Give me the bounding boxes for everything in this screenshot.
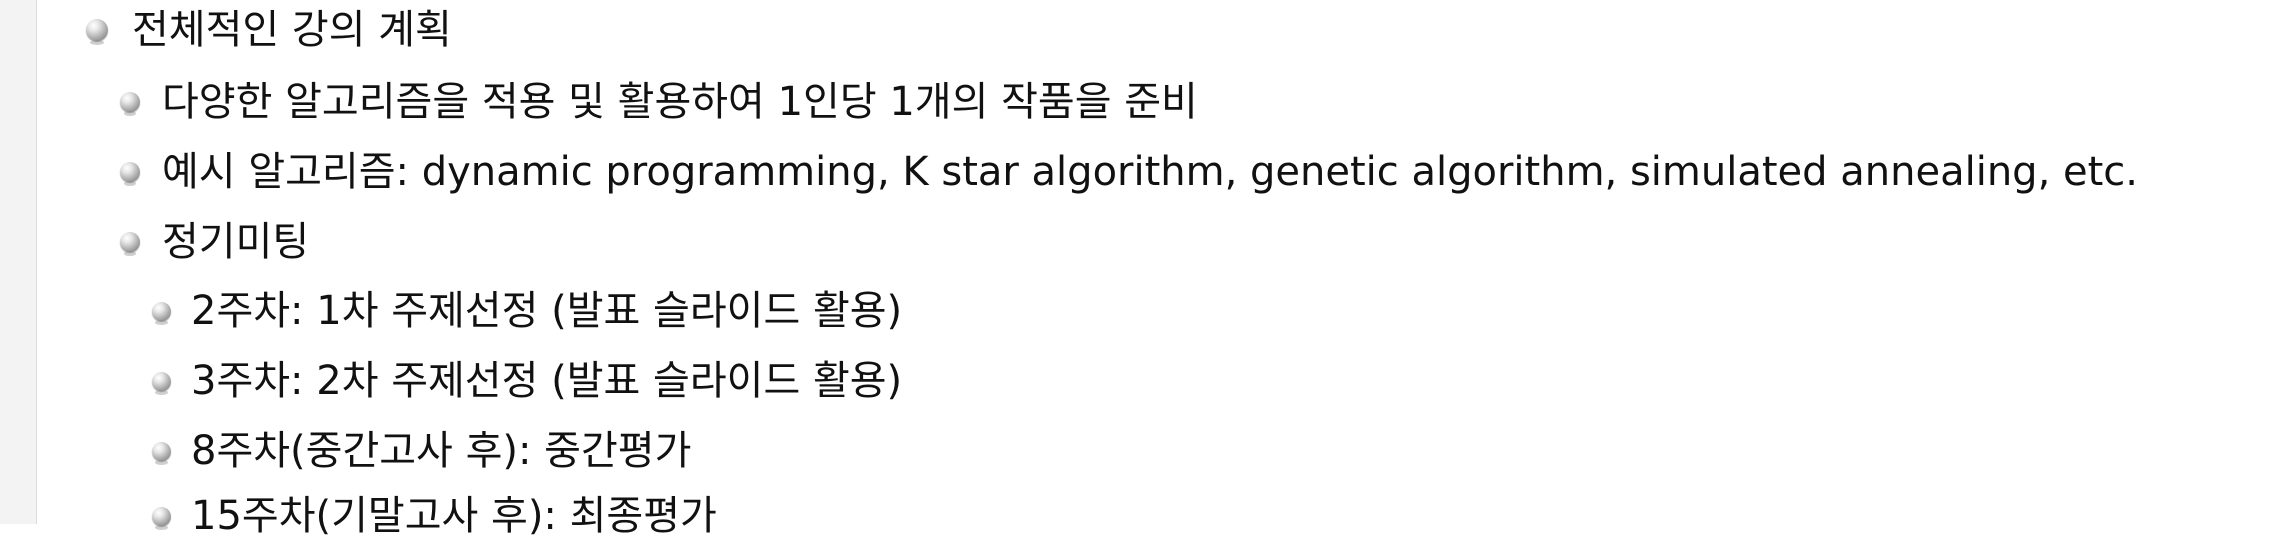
outline-item-week-8: 8주차(중간고사 후): 중간평가 (152, 425, 691, 477)
sphere-bullet-icon (152, 506, 171, 530)
sphere-bullet-icon (152, 301, 171, 325)
outline-item-example-algorithms: 예시 알고리즘: dynamic programming, K star alg… (120, 146, 2138, 198)
outline-item-text: 전체적인 강의 계획 (132, 7, 452, 53)
sphere-bullet-icon (152, 371, 171, 395)
outline-item-text: 15주차(기말고사 후): 최종평가 (191, 493, 717, 539)
outline-item-week-15: 15주차(기말고사 후): 최종평가 (152, 490, 717, 542)
outline-item-text: 2주차: 1차 주제선정 (발표 슬라이드 활용) (191, 288, 903, 334)
sphere-bullet-icon (152, 441, 171, 465)
outline-item-text: 정기미팅 (162, 219, 310, 265)
sphere-bullet-icon (120, 232, 140, 256)
sphere-bullet-icon (86, 19, 108, 45)
outline-item-week-3: 3주차: 2차 주제선정 (발표 슬라이드 활용) (152, 355, 902, 407)
outline-item-text: 8주차(중간고사 후): 중간평가 (191, 428, 692, 474)
sphere-bullet-icon (120, 92, 140, 116)
sphere-bullet-icon (120, 162, 140, 186)
outline-item-overall-plan: 전체적인 강의 계획 (86, 4, 452, 56)
outline-item-week-2: 2주차: 1차 주제선정 (발표 슬라이드 활용) (152, 285, 902, 337)
lecture-plan-outline: 전체적인 강의 계획 다양한 알고리즘을 적용 및 활용하여 1인당 1개의 작… (0, 0, 2269, 539)
outline-item-text: 다양한 알고리즘을 적용 및 활용하여 1인당 1개의 작품을 준비 (162, 79, 1198, 125)
outline-item-prepare-works: 다양한 알고리즘을 적용 및 활용하여 1인당 1개의 작품을 준비 (120, 76, 1198, 128)
outline-item-text: 예시 알고리즘: dynamic programming, K star alg… (162, 149, 2138, 195)
outline-item-regular-meeting: 정기미팅 (120, 216, 309, 268)
outline-item-text: 3주차: 2차 주제선정 (발표 슬라이드 활용) (191, 358, 903, 404)
